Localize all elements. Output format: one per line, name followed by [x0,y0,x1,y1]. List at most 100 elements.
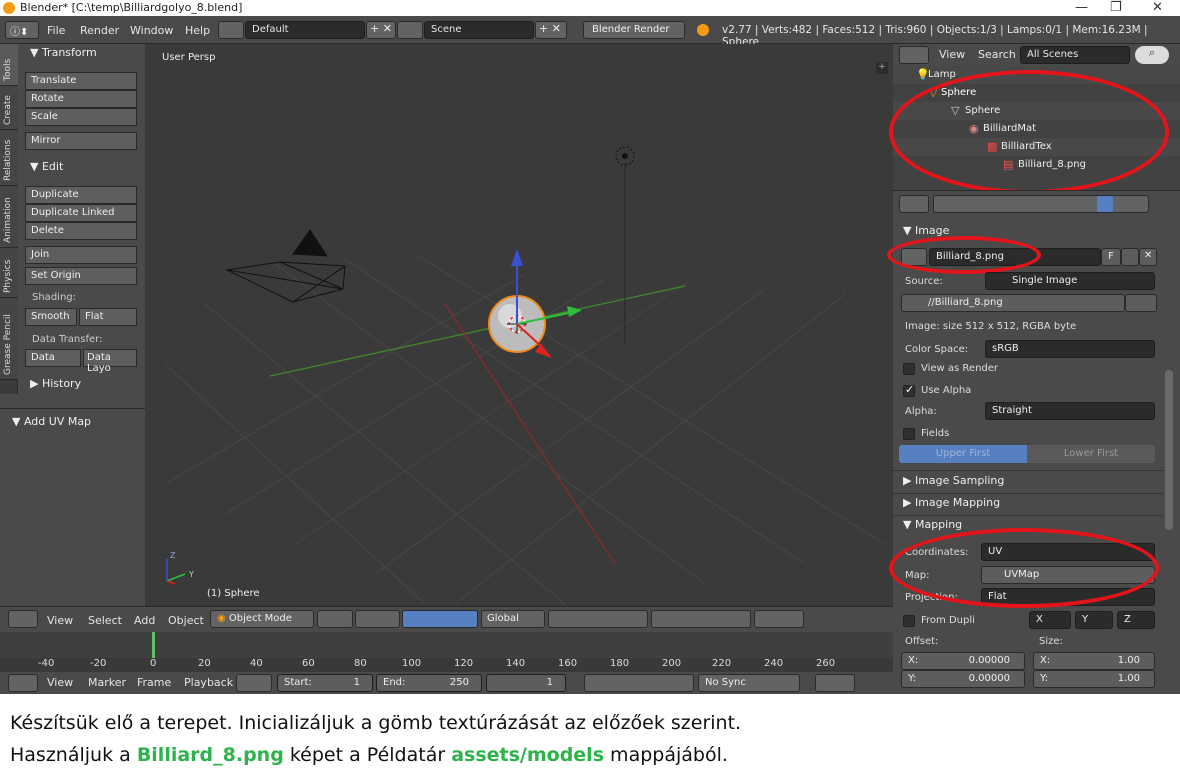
map-x-select[interactable]: X [1029,611,1071,629]
object-mode-select[interactable]: ◉ Object Mode [210,610,314,628]
tab-animation[interactable]: Animation [0,186,18,248]
manipulator-toggles[interactable] [402,610,478,628]
lower-first-button[interactable]: Lower First [1027,445,1155,463]
delete-button[interactable]: Delete [25,222,137,240]
edit-panel-header[interactable]: ▼ Edit [30,160,63,173]
image-panel-header[interactable]: ▼ Image [903,224,949,237]
restore-button[interactable]: ❐ [1110,0,1122,15]
search-icon[interactable]: ⌕ [1135,46,1169,64]
rotate-button[interactable]: Rotate [25,90,137,108]
scene-field[interactable]: Scene [424,21,534,39]
layout-add-remove-icon[interactable]: + ✕ [366,21,396,39]
image-open-icon[interactable] [1121,248,1139,266]
map-y-select[interactable]: Y [1075,611,1113,629]
menu-object[interactable]: Object [168,614,204,627]
menu-playback[interactable]: Playback [184,676,233,689]
render-buttons[interactable] [754,610,804,628]
editor-type-properties-icon[interactable] [899,195,929,213]
flat-button[interactable]: Flat [79,308,137,326]
editor-type-timeline-icon[interactable] [8,674,38,692]
layout-field[interactable]: Default [245,21,365,39]
tab-create[interactable]: Create [0,86,18,130]
end-frame-field[interactable]: End: 250 [376,674,482,692]
alpha-select[interactable]: Straight [985,402,1155,420]
offset-y-field[interactable]: Y: 0.00000 [901,670,1025,688]
3d-viewport[interactable]: User Persp Z Y (1) Sphere + [145,44,893,606]
scale-button[interactable]: Scale [25,108,137,126]
fake-user-button[interactable]: F [1101,248,1121,266]
display-mode-select[interactable]: All Scenes [1020,46,1130,64]
translate-button[interactable]: Translate [25,72,137,90]
filepath-buttons[interactable] [1125,294,1157,312]
menu-window[interactable]: Window [130,24,173,37]
viewport-shading-select[interactable] [317,610,353,628]
history-panel-header[interactable]: ▶ History [30,377,81,390]
current-frame-field[interactable]: 1 [486,674,566,692]
sync-select[interactable]: No Sync [698,674,800,692]
join-button[interactable]: Join [25,246,137,264]
tab-tools[interactable]: Tools [0,44,18,86]
data-button[interactable]: Data [25,349,81,367]
size-y-field[interactable]: Y: 1.00 [1033,670,1155,688]
image-sampling-panel-header[interactable]: ▶ Image Sampling [903,474,1004,487]
menu-search[interactable]: Search [978,48,1016,61]
playhead[interactable] [152,632,155,658]
menu-view[interactable]: View [47,614,73,627]
texture-context-tab[interactable] [1097,196,1113,212]
use-alpha-checkbox[interactable] [903,383,915,397]
minimize-button[interactable]: — [1075,0,1088,15]
tab-relations[interactable]: Relations [0,130,18,186]
menu-frame[interactable]: Frame [137,676,171,689]
image-filepath-field[interactable]: //Billiard_8.png [901,294,1125,312]
menu-file[interactable]: File [47,24,65,37]
editor-type-outliner-icon[interactable] [899,46,929,64]
playback-controls[interactable] [584,674,694,692]
scene-icon[interactable] [397,21,423,39]
properties-scrollbar[interactable] [1165,370,1173,530]
add-uv-map-panel-header[interactable]: ▼ Add UV Map [12,415,91,428]
duplicate-button[interactable]: Duplicate [25,186,137,204]
mapping-panel-header[interactable]: ▼ Mapping [903,518,962,531]
from-dupli-checkbox[interactable] [903,615,915,627]
viewport-expand-icon[interactable]: + [876,62,888,74]
scene-add-remove-icon[interactable]: + ✕ [535,21,567,39]
tab-grease-pencil[interactable]: Grease Pencil [0,298,18,380]
outliner[interactable]: View Search All Scenes ⌕ Lamp 💡 Sphere ▽ S… [889,44,1180,194]
editor-type-info-icon[interactable]: ⓘ⬍ [5,21,39,39]
upper-first-button[interactable]: Upper First [899,445,1027,463]
color-space-select[interactable]: sRGB [985,340,1155,358]
duplicate-linked-button[interactable]: Duplicate Linked [25,204,137,222]
menu-render[interactable]: Render [80,24,119,37]
menu-help[interactable]: Help [185,24,210,37]
start-frame-field[interactable]: Start: 1 [277,674,373,692]
smooth-button[interactable]: Smooth [25,308,77,326]
size-x-field[interactable]: X: 1.00 [1033,652,1155,670]
properties-context-tabs[interactable] [933,195,1149,213]
map-z-select[interactable]: Z [1117,611,1155,629]
record-buttons[interactable] [815,674,855,692]
menu-marker[interactable]: Marker [88,676,126,689]
render-engine-select[interactable]: Blender Render [583,21,685,39]
timeline[interactable]: -40 -20 0 20 40 60 80 100 120 140 160 18… [0,632,893,672]
view-as-render-checkbox[interactable] [903,363,915,375]
properties-editor[interactable]: ▼ Image Billiard_8.png F ✕ Source: Singl… [887,190,1180,694]
fields-checkbox[interactable] [903,428,915,440]
snap-toggles[interactable] [651,610,751,628]
offset-x-field[interactable]: X: 0.00000 [901,652,1025,670]
image-mapping-panel-header[interactable]: ▶ Image Mapping [903,496,1000,509]
set-origin-select[interactable]: Set Origin [25,267,137,285]
editor-type-3d-icon[interactable] [8,610,38,628]
tab-physics[interactable]: Physics [0,248,18,298]
image-unlink-icon[interactable]: ✕ [1139,248,1157,266]
source-select[interactable]: Single Image [985,272,1155,290]
data-layo-button[interactable]: Data Layo [83,349,137,374]
close-button[interactable]: ✕ [1152,0,1163,15]
mirror-button[interactable]: Mirror [25,132,137,150]
layer-buttons[interactable] [548,610,648,628]
menu-view[interactable]: View [47,676,73,689]
transform-panel-header[interactable]: ▼ Transform [30,46,97,59]
menu-select[interactable]: Select [88,614,122,627]
transform-orientation-select[interactable]: Global [481,610,545,628]
menu-add[interactable]: Add [134,614,155,627]
pivot-select[interactable] [355,610,400,628]
